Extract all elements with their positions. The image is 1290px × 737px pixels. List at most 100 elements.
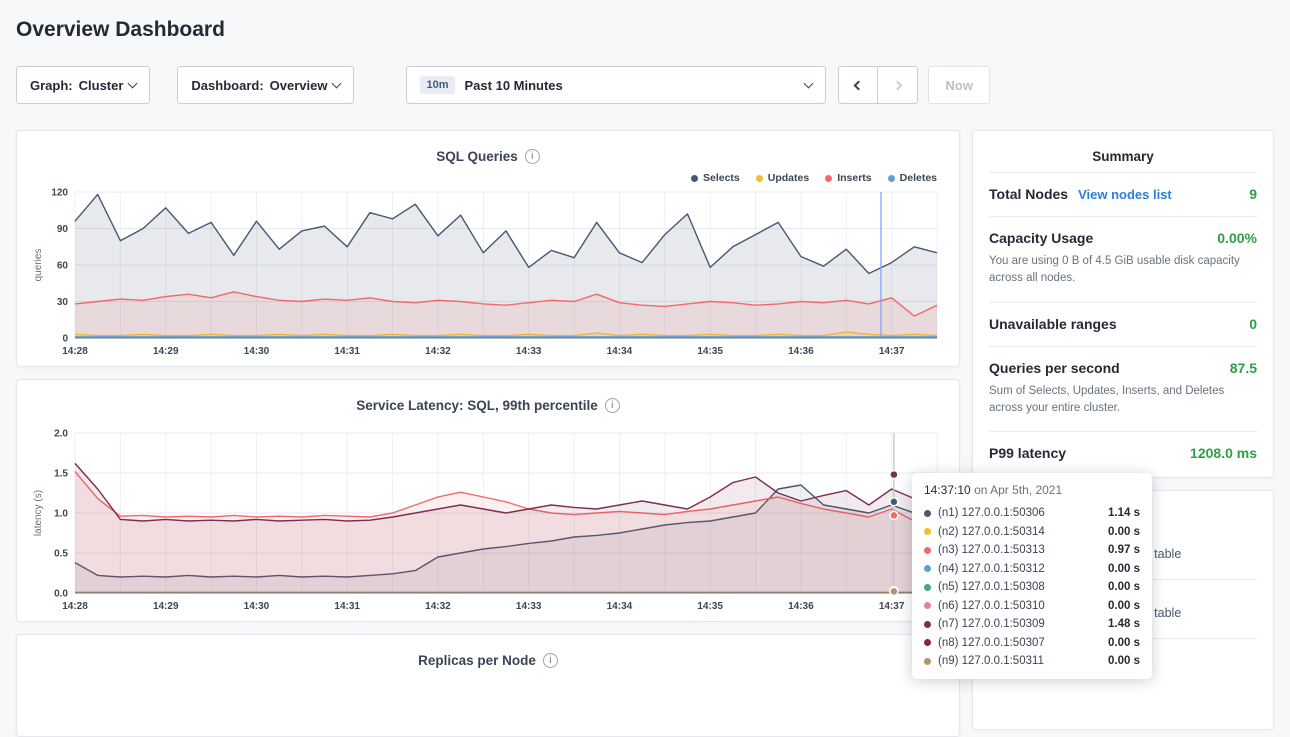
summary-subtext: You are using 0 B of 4.5 GiB usable disk… [989,253,1257,288]
svg-text:0: 0 [62,334,68,345]
replicas-per-node-card: Replicas per Node i [16,634,960,737]
svg-text:14:31: 14:31 [334,346,360,357]
info-icon[interactable]: i [605,398,620,413]
svg-text:2.0: 2.0 [54,429,68,440]
next-time-button[interactable] [878,66,918,104]
tooltip-time: 14:37:10 [924,483,971,497]
svg-text:90: 90 [57,224,69,235]
legend-item-deletes[interactable]: Deletes [888,172,937,184]
tooltip-node-label: (n2) 127.0.0.1:50314 [938,526,1045,538]
series-dot [924,639,931,646]
info-icon[interactable]: i [525,149,540,164]
tooltip-node-label: (n7) 127.0.0.1:50309 [938,618,1045,630]
svg-text:14:34: 14:34 [607,346,633,357]
sql-queries-chart[interactable]: 030609012014:2814:2914:3014:3114:3214:33… [29,184,947,360]
legend-label: Deletes [900,172,937,184]
series-dot [825,175,832,182]
tooltip-node-value: 0.00 s [1108,637,1140,649]
tooltip-header: 14:37:10 on Apr 5th, 2021 [924,483,1140,504]
legend-item-selects[interactable]: Selects [691,172,740,184]
summary-value: 0.00% [1217,230,1257,246]
tooltip-row: (n2) 127.0.0.1:503140.00 s [924,523,1140,542]
tooltip-node-value: 1.48 s [1108,618,1140,630]
svg-text:0.5: 0.5 [54,549,68,560]
summary-row-p99-latency: P99 latency 1208.0 ms [989,431,1257,475]
summary-title: Summary [989,137,1257,172]
chart-title: Replicas per Node [418,653,536,668]
svg-text:120: 120 [51,188,68,199]
svg-text:14:36: 14:36 [788,601,814,612]
svg-text:latency (s): latency (s) [33,490,44,536]
info-icon[interactable]: i [543,653,558,668]
series-dot [924,528,931,535]
chevron-left-icon [854,80,864,90]
summary-row-total-nodes: Total Nodes View nodes list 9 [989,172,1257,216]
svg-text:14:30: 14:30 [244,346,270,357]
svg-text:14:35: 14:35 [697,346,723,357]
svg-text:14:33: 14:33 [516,601,542,612]
tooltip-row: (n1) 127.0.0.1:50306 1.14 s [924,504,1140,523]
svg-text:14:28: 14:28 [62,601,88,612]
chart-title: Service Latency: SQL, 99th percentile [356,398,598,413]
time-step-arrows [838,66,918,104]
dashboard-dropdown[interactable]: Dashboard: Overview [177,66,354,104]
summary-row-queries-per-second: Queries per second 87.5 Sum of Selects, … [989,346,1257,432]
series-dot [924,547,931,554]
summary-value: 9 [1249,186,1257,202]
toolbar: Graph: Cluster Dashboard: Overview 10m P… [16,66,1274,104]
prev-time-button[interactable] [838,66,878,104]
dashboard-dropdown-label: Dashboard: [191,78,263,93]
series-dot [924,621,931,628]
tooltip-row: (n4) 127.0.0.1:50312 0.00 s [924,560,1140,579]
svg-text:14:34: 14:34 [607,601,633,612]
tooltip-node-label: (n9) 127.0.0.1:50311 [938,655,1044,667]
series-dot [924,510,931,517]
tooltip-node-label: (n1) 127.0.0.1:50306 [938,507,1045,519]
latency-chart[interactable]: 0.00.51.01.52.014:2814:2914:3014:3114:32… [29,425,947,615]
tooltip-node-value: 1.14 s [1108,507,1140,519]
legend-item-updates[interactable]: Updates [756,172,809,184]
tooltip-node-value: 0.00 s [1108,655,1140,667]
charts-column: SQL Queries i Selects Updates Inserts Delet… [16,130,960,737]
legend-item-inserts[interactable]: Inserts [825,172,871,184]
svg-text:14:32: 14:32 [425,601,451,612]
chevron-down-icon [332,79,342,89]
series-dot [924,584,931,591]
summary-value: 1208.0 ms [1190,445,1257,461]
summary-label: Unavailable ranges [989,316,1117,332]
page-title: Overview Dashboard [16,18,1274,42]
chart-legend: Selects Updates Inserts Deletes [29,166,947,184]
service-latency-card: Service Latency: SQL, 99th percentile i … [16,379,960,622]
tooltip-node-label: (n4) 127.0.0.1:50312 [938,563,1045,575]
overview-dashboard-page: Overview Dashboard Graph: Cluster Dashbo… [0,0,1290,689]
svg-text:1.0: 1.0 [54,509,68,520]
svg-text:14:30: 14:30 [244,601,270,612]
chart-title: SQL Queries [436,149,518,164]
svg-text:30: 30 [57,297,69,308]
svg-text:0.0: 0.0 [54,589,68,600]
series-dot [924,658,931,665]
svg-text:14:29: 14:29 [153,346,179,357]
tooltip-row: (n3) 127.0.0.1:503130.97 s [924,541,1140,560]
svg-text:14:31: 14:31 [334,601,360,612]
legend-label: Selects [703,172,740,184]
summary-row-unavailable-ranges: Unavailable ranges 0 [989,302,1257,346]
svg-text:14:36: 14:36 [788,346,814,357]
chevron-down-icon [128,79,138,89]
now-button[interactable]: Now [928,66,989,104]
tooltip-row: (n5) 127.0.0.1:503080.00 s [924,578,1140,597]
chevron-down-icon [804,79,814,89]
graph-dropdown-label: Graph: [30,78,73,93]
series-dot [888,175,895,182]
svg-text:14:37: 14:37 [879,346,905,357]
summary-row-capacity-usage: Capacity Usage 0.00% You are using 0 B o… [989,216,1257,302]
series-dot [691,175,698,182]
svg-text:14:35: 14:35 [697,601,723,612]
time-range-badge: 10m [420,76,454,94]
legend-label: Inserts [837,172,871,184]
view-nodes-link[interactable]: View nodes list [1078,187,1172,202]
tooltip-row: (n6) 127.0.0.1:503100.00 s [924,597,1140,616]
time-range-picker[interactable]: 10m Past 10 Minutes [406,66,826,104]
graph-dropdown[interactable]: Graph: Cluster [16,66,150,104]
tooltip-node-value: 0.00 s [1108,563,1140,575]
